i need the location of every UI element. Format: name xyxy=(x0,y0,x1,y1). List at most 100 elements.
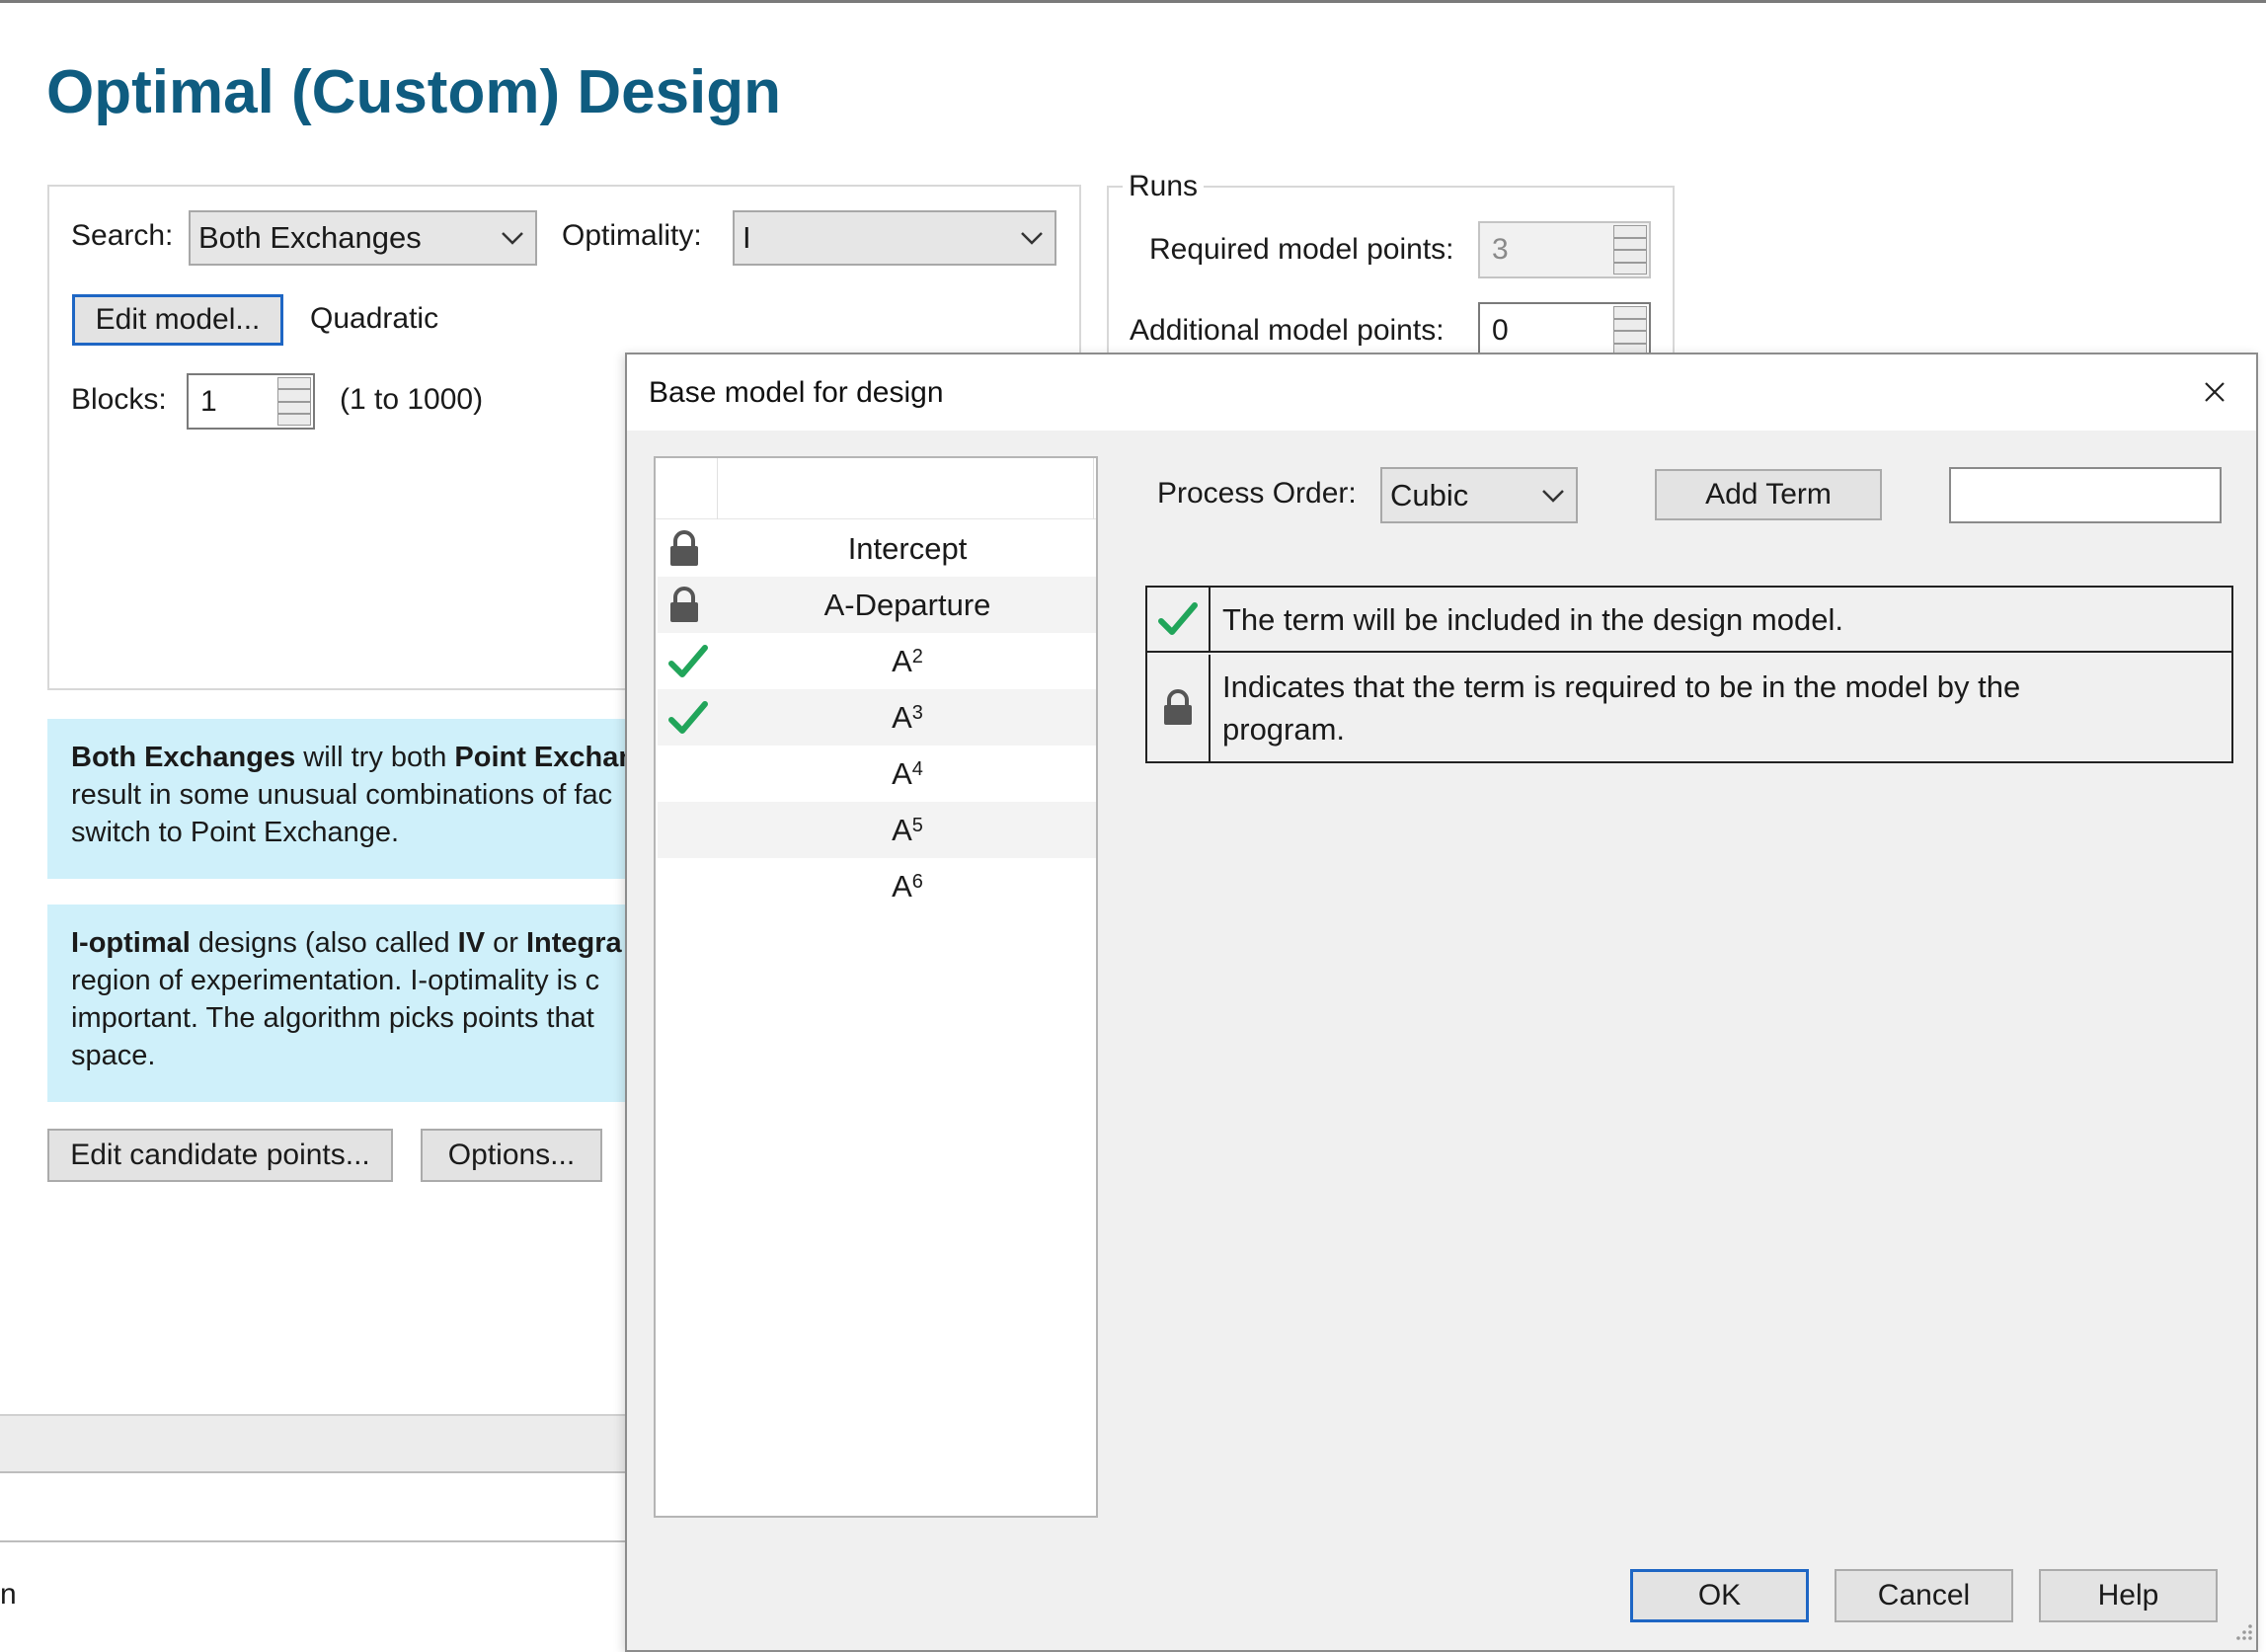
term-label: A xyxy=(892,812,912,847)
checkmark-icon xyxy=(668,644,708,677)
info-text: will try both xyxy=(295,742,455,773)
arrow-up-icon xyxy=(1614,236,1646,239)
add-term-input[interactable] xyxy=(1949,467,2222,523)
info-bold-term: IV xyxy=(457,927,486,959)
legend-row-included: The term will be included in the design … xyxy=(1147,588,2231,653)
spin-up-button[interactable] xyxy=(277,377,311,402)
search-select[interactable]: Both Exchanges xyxy=(189,210,537,266)
edit-candidate-points-button[interactable]: Edit candidate points... xyxy=(47,1129,393,1182)
optimality-label: Optimality: xyxy=(562,219,702,252)
term-exponent: 2 xyxy=(911,646,923,668)
chevron-down-icon xyxy=(502,232,523,245)
term-label: Intercept xyxy=(847,530,968,566)
cancel-button[interactable]: Cancel xyxy=(1835,1569,2013,1622)
term-row-a2[interactable]: A2 xyxy=(658,633,1096,689)
term-legend-table: The term will be included in the design … xyxy=(1145,586,2233,763)
optimality-select-value: I xyxy=(742,220,751,255)
optimality-select[interactable]: I xyxy=(733,210,1056,266)
window-top-border xyxy=(0,0,2266,3)
term-row-a-departure[interactable]: A-Departure xyxy=(658,577,1096,633)
spin-down-button xyxy=(1613,250,1647,275)
term-exponent: 6 xyxy=(911,871,923,893)
required-points-spinner: 3 xyxy=(1478,221,1651,278)
term-label: A-Departure xyxy=(823,587,991,622)
additional-points-label: Additional model points: xyxy=(1130,314,1445,347)
arrow-down-icon xyxy=(1614,261,1646,264)
term-row-intercept[interactable]: Intercept xyxy=(658,520,1096,577)
info-text: designs (also called xyxy=(190,927,458,959)
arrow-up-icon xyxy=(278,388,310,391)
term-row-a6[interactable]: A6 xyxy=(658,858,1096,914)
status-strip xyxy=(0,1414,632,1473)
search-label: Search: xyxy=(71,219,174,252)
info-text: space. xyxy=(71,1040,156,1071)
legend-text: program. xyxy=(1222,712,1346,747)
info-text: or xyxy=(485,927,526,959)
edit-model-button[interactable]: Edit model... xyxy=(72,294,283,346)
lock-icon xyxy=(670,586,698,622)
info-text: region of experimentation. I-optimality … xyxy=(71,965,600,996)
info-bold-term: I-optimal xyxy=(71,927,191,959)
page-title: Optimal (Custom) Design xyxy=(46,58,782,126)
close-icon xyxy=(2205,382,2225,402)
lock-icon xyxy=(1164,689,1192,725)
info-text: switch to Point Exchange. xyxy=(71,817,400,848)
legend-row-required: Indicates that the term is required to b… xyxy=(1147,655,2231,761)
term-label: A xyxy=(892,643,912,678)
legend-text: The term will be included in the design … xyxy=(1222,601,1843,637)
legend-text: Indicates that the term is required to b… xyxy=(1222,669,2021,704)
chevron-down-icon xyxy=(1542,489,1564,503)
term-label: A xyxy=(892,699,912,735)
spin-up-button xyxy=(1613,225,1647,250)
info-text: result in some unusual combinations of f… xyxy=(71,779,613,811)
arrow-down-icon xyxy=(278,412,310,415)
required-points-value: 3 xyxy=(1492,233,1509,266)
resize-grip-icon[interactable] xyxy=(2230,1618,2254,1642)
info-bold-term: Both Exchanges xyxy=(71,742,296,773)
optimality-info-box: I-optimal designs (also called IV or Int… xyxy=(47,905,640,1102)
blocks-range: (1 to 1000) xyxy=(340,383,484,416)
blocks-label: Blocks: xyxy=(71,383,167,416)
term-label: A xyxy=(892,755,912,791)
term-list-header xyxy=(656,458,1096,519)
checkmark-icon xyxy=(668,700,708,734)
model-name: Quadratic xyxy=(310,302,439,335)
term-label: A xyxy=(892,868,912,904)
spin-down-button[interactable] xyxy=(277,401,311,426)
ok-button[interactable]: OK xyxy=(1630,1569,1809,1622)
arrow-up-icon xyxy=(1614,317,1646,320)
process-order-select[interactable]: Cubic xyxy=(1380,467,1578,523)
search-info-box: Both Exchanges will try both Point Excha… xyxy=(47,719,640,879)
info-bold-term: Integra xyxy=(525,927,622,959)
info-bold-term: Point Exchan xyxy=(454,742,637,773)
spin-up-button[interactable] xyxy=(1613,306,1647,331)
close-button[interactable] xyxy=(2195,372,2234,412)
term-row-a3[interactable]: A3 xyxy=(658,689,1096,746)
blocks-value: 1 xyxy=(200,384,217,418)
divider xyxy=(0,1540,632,1542)
help-button[interactable]: Help xyxy=(2039,1569,2218,1622)
term-row-a5[interactable]: A5 xyxy=(658,802,1096,858)
process-order-value: Cubic xyxy=(1390,477,1469,512)
additional-points-spinner[interactable]: 0 xyxy=(1478,302,1651,359)
dialog-title: Base model for design xyxy=(649,376,944,409)
search-select-value: Both Exchanges xyxy=(198,220,422,255)
term-row-a4[interactable]: A4 xyxy=(658,746,1096,802)
runs-legend: Runs xyxy=(1123,170,1205,203)
lock-icon xyxy=(670,529,698,566)
term-list: Intercept A-Departure A2 A3 A4 A5 A6 xyxy=(654,456,1098,1518)
base-model-dialog: Base model for design Intercept A-Depart… xyxy=(625,353,2258,1652)
term-exponent: 3 xyxy=(911,702,923,724)
term-exponent: 4 xyxy=(911,758,923,780)
info-text: important. The algorithm picks points th… xyxy=(71,1002,594,1034)
process-order-label: Process Order: xyxy=(1157,477,1357,510)
add-term-button[interactable]: Add Term xyxy=(1655,469,1882,520)
partial-label: n xyxy=(0,1578,17,1611)
blocks-spinner[interactable]: 1 xyxy=(187,373,315,430)
arrow-down-icon xyxy=(1614,342,1646,345)
additional-points-value: 0 xyxy=(1492,314,1509,347)
checkmark-icon xyxy=(1158,602,1198,635)
term-exponent: 5 xyxy=(911,815,923,836)
options-button[interactable]: Options... xyxy=(421,1129,602,1182)
chevron-down-icon xyxy=(1021,232,1043,245)
